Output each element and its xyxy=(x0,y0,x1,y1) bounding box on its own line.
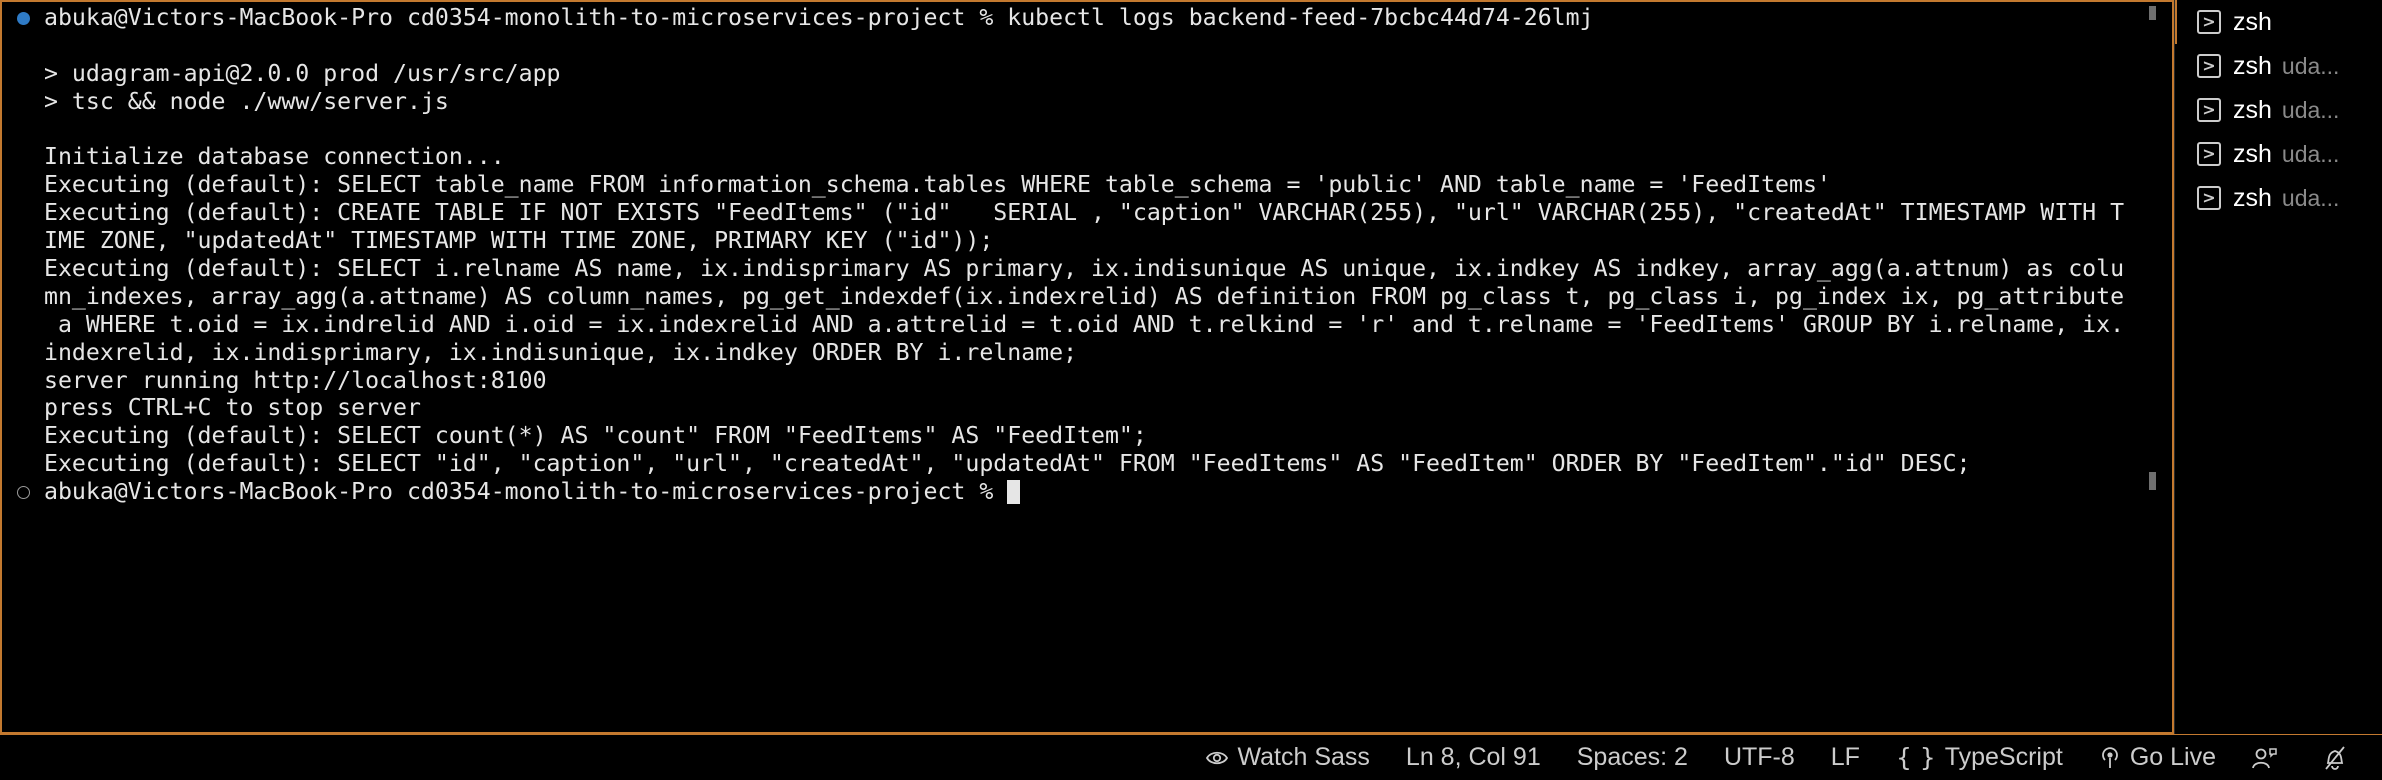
encoding-label: UTF-8 xyxy=(1723,743,1795,771)
terminal-line: abuka@Victors-MacBook-Pro cd0354-monolit… xyxy=(2,478,2137,506)
language-label: TypeScript xyxy=(1944,743,2063,771)
terminal-line: Executing (default): SELECT table_name F… xyxy=(2,171,2137,199)
terminal-line-text: Executing (default): SELECT i.relname AS… xyxy=(44,255,2125,283)
cursor-position-button[interactable]: Ln 8, Col 91 xyxy=(1406,743,1541,772)
terminal-line: indexrelid, ix.indisprimary, ix.indisuni… xyxy=(2,339,2137,367)
terminal-line-text: Executing (default): SELECT "id", "capti… xyxy=(44,450,1971,478)
terminal-icon: > xyxy=(2197,142,2221,166)
terminal-line: a WHERE t.oid = ix.indrelid AND i.oid = … xyxy=(2,311,2137,339)
terminal-tab-name: zsh xyxy=(2233,95,2272,124)
terminal-tab-name: zsh xyxy=(2233,51,2272,80)
terminal-cursor xyxy=(1007,480,1021,505)
terminal-tab-description: uda... xyxy=(2281,96,2340,123)
terminal-line-text: abuka@Victors-MacBook-Pro cd0354-monolit… xyxy=(44,478,1008,506)
terminal-line-text: press CTRL+C to stop server xyxy=(44,394,421,422)
terminal-tabs-sidebar: > zsh > zsh uda... > zsh uda... > zsh uda... > zsh ud… xyxy=(2174,0,2382,734)
terminal-line: Executing (default): SELECT i.relname AS… xyxy=(2,255,2137,283)
terminal-tab-name: zsh xyxy=(2233,7,2272,36)
terminal-tab-1[interactable]: > zsh xyxy=(2175,0,2382,44)
terminal-pane[interactable]: abuka@Victors-MacBook-Pro cd0354-monolit… xyxy=(0,0,2174,734)
eye-icon xyxy=(1206,750,1229,766)
terminal-line-text: abuka@Victors-MacBook-Pro cd0354-monolit… xyxy=(44,4,1594,31)
terminal-icon: > xyxy=(2197,54,2221,78)
terminal-output[interactable]: abuka@Victors-MacBook-Pro cd0354-monolit… xyxy=(2,4,2137,506)
terminal-line: Executing (default): CREATE TABLE IF NOT… xyxy=(2,199,2137,227)
notifications-button[interactable] xyxy=(2323,745,2356,771)
terminal-line: IME ZONE, "updatedAt" TIMESTAMP WITH TIM… xyxy=(2,227,2137,255)
terminal-line: Initialize database connection... xyxy=(2,143,2137,171)
terminal-line-text: Executing (default): SELECT count(*) AS … xyxy=(44,422,1147,450)
scroll-marker-top xyxy=(2149,6,2156,20)
terminal-tab-name: zsh xyxy=(2233,183,2272,212)
terminal-line-text: indexrelid, ix.indisprimary, ix.indisuni… xyxy=(44,338,1078,366)
watch-sass-label: Watch Sass xyxy=(1237,743,1370,771)
terminal-icon: > xyxy=(2197,98,2221,122)
watch-sass-button[interactable]: Watch Sass xyxy=(1206,743,1370,772)
indentation-label: Spaces: 2 xyxy=(1576,743,1688,771)
terminal-tab-5[interactable]: > zsh uda... xyxy=(2175,176,2382,220)
terminal-tab-2[interactable]: > zsh uda... xyxy=(2175,44,2382,88)
scroll-marker-bottom xyxy=(2149,472,2156,490)
accounts-button[interactable] xyxy=(2252,746,2287,770)
terminal-line: Executing (default): SELECT "id", "capti… xyxy=(2,450,2137,478)
terminal-line: > tsc && node ./www/server.js xyxy=(2,88,2137,116)
terminal-line-text: > udagram-api@2.0.0 prod /usr/src/app xyxy=(44,59,561,87)
language-mode-button[interactable]: { } TypeScript xyxy=(1896,743,2063,772)
terminal-tab-4[interactable]: > zsh uda... xyxy=(2175,132,2382,176)
terminal-line-text: server running http://localhost:8100 xyxy=(44,366,547,394)
terminal-line-text: Executing (default): CREATE TABLE IF NOT… xyxy=(44,199,2125,227)
bell-slash-icon xyxy=(2323,745,2347,771)
terminal-line-text: Initialize database connection... xyxy=(44,143,505,171)
encoding-button[interactable]: UTF-8 xyxy=(1724,743,1795,772)
person-feedback-icon xyxy=(2252,746,2278,770)
command-decoration-success-icon[interactable] xyxy=(17,12,30,25)
braces-icon: { } xyxy=(1895,743,1936,772)
go-live-button[interactable]: Go Live xyxy=(2099,743,2216,772)
terminal-tab-description: uda... xyxy=(2281,184,2340,211)
command-decoration-pending-icon[interactable] xyxy=(17,486,30,500)
terminal-line-text: IME ZONE, "updatedAt" TIMESTAMP WITH TIM… xyxy=(44,227,994,255)
terminal-line: Executing (default): SELECT count(*) AS … xyxy=(2,422,2137,450)
terminal-line-text: a WHERE t.oid = ix.indrelid AND i.oid = … xyxy=(44,310,2125,338)
go-live-label: Go Live xyxy=(2129,743,2216,771)
terminal-line-text: Executing (default): SELECT table_name F… xyxy=(44,171,1831,199)
terminal-line: server running http://localhost:8100 xyxy=(2,367,2137,395)
terminal-icon: > xyxy=(2197,10,2221,34)
indentation-button[interactable]: Spaces: 2 xyxy=(1577,743,1688,772)
terminal-line: mn_indexes, array_agg(a.attname) AS colu… xyxy=(2,283,2137,311)
terminal-tab-description: uda... xyxy=(2281,52,2340,79)
terminal-line: abuka@Victors-MacBook-Pro cd0354-monolit… xyxy=(2,4,2137,32)
terminal-icon: > xyxy=(2197,186,2221,210)
terminal-line: press CTRL+C to stop server xyxy=(2,394,2137,422)
broadcast-icon xyxy=(2099,746,2121,770)
terminal-tab-name: zsh xyxy=(2233,139,2272,168)
status-bar: Watch Sass Ln 8, Col 91 Spaces: 2 UTF-8 … xyxy=(0,734,2382,780)
terminal-tab-3[interactable]: > zsh uda... xyxy=(2175,88,2382,132)
eol-button[interactable]: LF xyxy=(1831,743,1860,772)
terminal-line-text: mn_indexes, array_agg(a.attname) AS colu… xyxy=(44,282,2125,310)
eol-label: LF xyxy=(1830,743,1860,771)
terminal-line-text: > tsc && node ./www/server.js xyxy=(44,87,449,115)
terminal-line: > udagram-api@2.0.0 prod /usr/src/app xyxy=(2,60,2137,88)
terminal-tab-description: uda... xyxy=(2281,140,2340,167)
cursor-position-label: Ln 8, Col 91 xyxy=(1405,743,1541,771)
